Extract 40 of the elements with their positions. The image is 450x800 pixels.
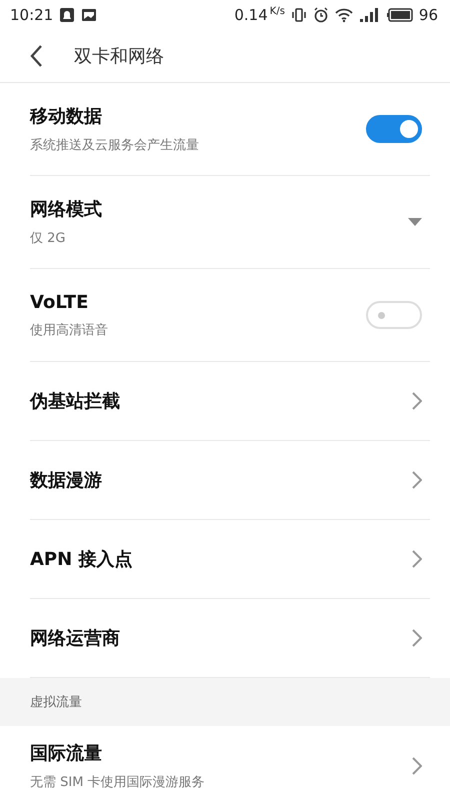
row-title: 伪基站拦截 bbox=[30, 390, 120, 413]
row-title: 移动数据 bbox=[30, 105, 103, 128]
back-icon[interactable] bbox=[30, 44, 44, 68]
vibrate-icon bbox=[290, 7, 307, 23]
row-subtitle: 仅 2G bbox=[30, 230, 66, 247]
settings-row[interactable]: VoLTE 使用高清语音 bbox=[30, 269, 430, 362]
network-speed: 0.14 bbox=[234, 6, 268, 24]
row-title: 国际流量 bbox=[30, 742, 103, 765]
image-icon bbox=[81, 7, 98, 23]
section-header: 虚拟流量 bbox=[0, 678, 450, 726]
dropdown-arrow-icon bbox=[408, 218, 422, 226]
settings-row[interactable]: 伪基站拦截 bbox=[30, 362, 430, 441]
settings-row[interactable]: 数据漫游 bbox=[30, 441, 430, 520]
row-title: APN 接入点 bbox=[30, 548, 132, 571]
settings-row[interactable]: 网络模式 仅 2G bbox=[30, 176, 430, 269]
row-title: 网络运营商 bbox=[30, 627, 120, 650]
page-title: 双卡和网络 bbox=[74, 45, 164, 68]
chevron-icon bbox=[412, 757, 422, 775]
signal-icon bbox=[358, 7, 381, 23]
chevron-icon bbox=[412, 392, 422, 410]
row-title: 网络模式 bbox=[30, 198, 102, 221]
chevron-icon bbox=[412, 471, 422, 489]
notification-icon bbox=[59, 7, 76, 23]
row-subtitle: 系统推送及云服务会产生流量 bbox=[30, 137, 199, 154]
settings-row[interactable]: APN 接入点 bbox=[30, 520, 430, 599]
settings-row[interactable]: 国际流量 无需 SIM 卡使用国际漫游服务 bbox=[30, 726, 430, 800]
settings-row[interactable]: 移动数据 系统推送及云服务会产生流量 bbox=[30, 83, 430, 176]
chevron-icon bbox=[412, 629, 422, 647]
row-title: VoLTE bbox=[30, 292, 90, 312]
wifi-icon bbox=[334, 7, 353, 23]
battery-level: 96 bbox=[418, 6, 438, 24]
battery-icon bbox=[386, 8, 413, 22]
chevron-icon bbox=[412, 550, 422, 568]
row-subtitle: 无需 SIM 卡使用国际漫游服务 bbox=[30, 774, 205, 791]
alarm-icon bbox=[312, 7, 329, 23]
row-title: 数据漫游 bbox=[30, 469, 102, 492]
row-subtitle: 使用高清语音 bbox=[30, 322, 108, 338]
toggle-switch[interactable] bbox=[366, 115, 422, 143]
speed-unit: K/s bbox=[270, 6, 285, 17]
status-time: 10:21 bbox=[10, 6, 54, 24]
